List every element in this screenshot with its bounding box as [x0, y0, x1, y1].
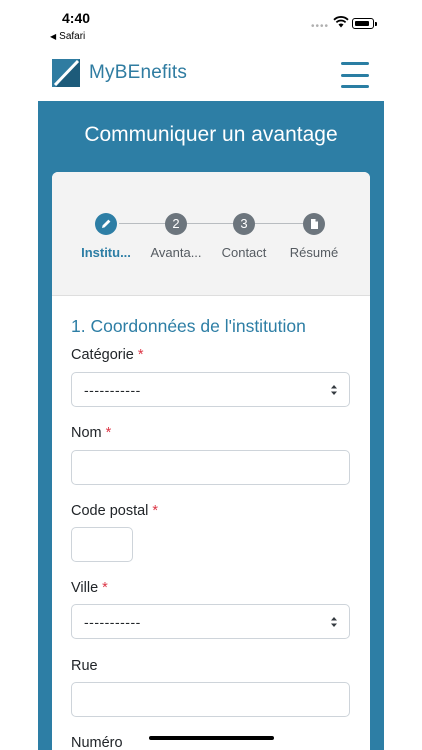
required-marker: *	[152, 503, 159, 519]
status-bar: 4:40 ◀ Safari ••••	[0, 0, 422, 46]
back-to-safari-link[interactable]: ◀ Safari	[50, 31, 85, 42]
select-caret-icon	[331, 385, 337, 395]
categorie-select-value: -----------	[84, 382, 141, 398]
section-title: 1. Coordonnées de l'institution	[71, 316, 306, 336]
ville-label-text: Ville	[71, 580, 99, 596]
required-marker: *	[102, 580, 108, 596]
code-postal-input[interactable]	[71, 527, 133, 562]
nom-input[interactable]	[71, 450, 350, 485]
nom-label: Nom *	[71, 425, 111, 441]
back-label: Safari	[59, 31, 86, 42]
nom-label-text: Nom	[71, 425, 102, 441]
step-connector	[119, 223, 169, 224]
step-3-marker[interactable]: 3	[233, 213, 255, 235]
ville-select[interactable]: -----------	[71, 604, 350, 639]
numero-label: Numéro	[71, 735, 123, 750]
step-3-label[interactable]: Contact	[204, 245, 284, 260]
hamburger-menu-button[interactable]	[341, 62, 369, 88]
step-connector	[187, 223, 235, 224]
step-4-label[interactable]: Résumé	[274, 245, 354, 260]
pencil-icon	[102, 219, 111, 228]
step-2-marker[interactable]: 2	[165, 213, 187, 235]
brand-name: MyBEnefits	[89, 62, 188, 83]
hamburger-bar	[341, 85, 369, 88]
app-header: MyBEnefits	[0, 50, 422, 102]
battery-icon	[352, 18, 377, 29]
signal-icon: ••••	[311, 21, 330, 32]
hamburger-bar	[341, 73, 369, 77]
select-caret-icon	[331, 617, 337, 627]
back-triangle-icon: ◀	[50, 32, 57, 41]
required-marker: *	[105, 425, 112, 441]
hamburger-bar	[341, 62, 369, 65]
ville-select-value: -----------	[84, 614, 141, 630]
step-4-marker[interactable]	[303, 213, 325, 235]
status-time: 4:40	[62, 10, 91, 26]
ville-label: Ville *	[71, 580, 108, 596]
stepper: 2 3 Institu... Avanta... Contact Résumé	[52, 172, 370, 296]
wifi-icon	[333, 16, 349, 28]
brand-logo[interactable]: MyBEnefits	[52, 59, 187, 87]
step-1-marker[interactable]	[95, 213, 117, 235]
form-card: 2 3 Institu... Avanta... Contact Résumé …	[52, 172, 370, 750]
required-marker: *	[137, 347, 144, 363]
home-indicator[interactable]	[149, 736, 274, 740]
page-title: Communiquer un avantage	[84, 123, 338, 146]
logo-mark-icon	[52, 59, 80, 87]
code-postal-label: Code postal *	[71, 503, 158, 519]
step-connector	[255, 223, 303, 224]
main-panel: Communiquer un avantage 2 3 Institu... A…	[38, 101, 384, 750]
categorie-select[interactable]: -----------	[71, 372, 350, 407]
categorie-label: Catégorie *	[71, 347, 144, 363]
step-1-label[interactable]: Institu...	[66, 245, 146, 260]
code-postal-label-text: Code postal	[71, 503, 149, 519]
rue-label: Rue	[71, 658, 98, 674]
rue-input[interactable]	[71, 682, 350, 717]
document-icon	[311, 219, 318, 229]
categorie-label-text: Catégorie	[71, 347, 134, 363]
